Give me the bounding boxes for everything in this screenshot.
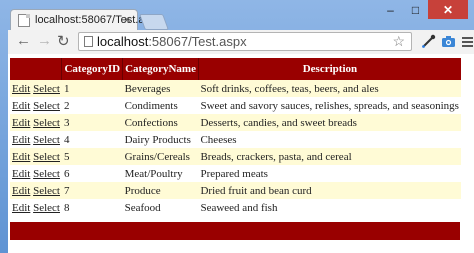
table-row: Edit Select 8 Seafood Seaweed and fish xyxy=(10,199,461,216)
close-window-button[interactable]: ✕ xyxy=(428,0,468,19)
bookmark-star-icon[interactable]: ☆ xyxy=(392,33,405,50)
edit-link[interactable]: Edit xyxy=(12,117,30,129)
command-cell: Edit Select xyxy=(10,165,62,182)
table-row: Edit Select 5 Grains/Cereals Breads, cracke… xyxy=(10,148,461,165)
description-cell: Sweet and savory sauces, relishes, sprea… xyxy=(200,99,459,112)
category-id-cell: 7 xyxy=(63,184,70,197)
header-categoryid: CategoryID xyxy=(61,58,123,80)
tab-close-icon[interactable]: × xyxy=(123,12,131,27)
grid-footer xyxy=(10,222,460,240)
category-name-cell: Grains/Cereals xyxy=(124,150,190,163)
browser-tab[interactable]: localhost:58067/Test.aspx × xyxy=(10,9,162,31)
back-arrow-icon[interactable]: ← xyxy=(16,32,31,49)
eyedropper-icon[interactable] xyxy=(421,34,436,49)
window-controls: – □ ✕ xyxy=(378,0,468,20)
category-name-cell: Condiments xyxy=(124,99,178,112)
description-cell: Cheeses xyxy=(200,133,237,146)
edit-link[interactable]: Edit xyxy=(12,83,30,95)
select-link[interactable]: Select xyxy=(33,202,60,214)
edit-link[interactable]: Edit xyxy=(12,168,30,180)
select-link[interactable]: Select xyxy=(33,100,60,112)
command-cell: Edit Select xyxy=(10,182,62,199)
browser-toolbar: ← → ↻ localhost:58067/Test.aspx ☆ xyxy=(8,30,474,54)
category-id-cell: 4 xyxy=(63,133,70,146)
command-cell: Edit Select xyxy=(10,97,62,114)
category-id-cell: 6 xyxy=(63,167,70,180)
edit-link[interactable]: Edit xyxy=(12,185,30,197)
description-cell: Desserts, candies, and sweet breads xyxy=(200,116,357,129)
page-icon xyxy=(84,36,93,47)
edit-link[interactable]: Edit xyxy=(12,100,30,112)
select-link[interactable]: Select xyxy=(33,168,60,180)
category-id-cell: 5 xyxy=(63,150,70,163)
edit-link[interactable]: Edit xyxy=(12,134,30,146)
reload-icon[interactable]: ↻ xyxy=(57,32,70,50)
command-cell: Edit Select xyxy=(10,131,62,148)
minimize-button[interactable]: – xyxy=(378,0,403,19)
new-tab-button[interactable] xyxy=(139,14,169,30)
table-row: Edit Select 7 Produce Dried fruit and bean … xyxy=(10,182,461,199)
select-link[interactable]: Select xyxy=(33,117,60,129)
table-row: Edit Select 6 Meat/Poultry Prepared meats xyxy=(10,165,461,182)
category-id-cell: 1 xyxy=(63,82,70,95)
category-name-cell: Confections xyxy=(124,116,178,129)
category-id-cell: 3 xyxy=(63,116,70,129)
description-cell: Breads, crackers, pasta, and cereal xyxy=(200,150,352,163)
description-cell: Dried fruit and bean curd xyxy=(200,184,312,197)
menu-icon[interactable] xyxy=(460,34,474,49)
category-name-cell: Seafood xyxy=(124,201,161,214)
category-name-cell: Beverages xyxy=(124,82,171,95)
table-row: Edit Select 4 Dairy Products Cheeses xyxy=(10,131,461,148)
description-cell: Prepared meats xyxy=(200,167,268,180)
table-row: Edit Select 1 Beverages Soft drinks, coffee… xyxy=(10,80,461,97)
command-cell: Edit Select xyxy=(10,148,62,165)
category-name-cell: Meat/Poultry xyxy=(124,167,183,180)
header-description: Description xyxy=(197,58,461,80)
browser-window: localhost:58067/Test.aspx × – □ ✕ ← → ↻ … xyxy=(0,0,474,253)
url-text: localhost:58067/Test.aspx xyxy=(97,34,247,49)
grid-header-row: CategoryID CategoryName Description xyxy=(10,58,461,80)
page-favicon-icon xyxy=(18,14,30,27)
select-link[interactable]: Select xyxy=(33,83,60,95)
category-name-cell: Dairy Products xyxy=(124,133,191,146)
command-cell: Edit Select xyxy=(10,114,62,131)
description-cell: Seaweed and fish xyxy=(200,201,278,214)
table-row: Edit Select 3 Confections Desserts, candies… xyxy=(10,114,461,131)
select-link[interactable]: Select xyxy=(33,134,60,146)
forward-arrow-icon[interactable]: → xyxy=(37,32,52,49)
header-categoryname: CategoryName xyxy=(122,58,199,80)
edit-link[interactable]: Edit xyxy=(12,151,30,163)
table-row: Edit Select 2 Condiments Sweet and savory s… xyxy=(10,97,461,114)
categories-gridview: CategoryID CategoryName Description Edit… xyxy=(10,58,461,216)
address-bar[interactable]: localhost:58067/Test.aspx ☆ xyxy=(78,32,412,51)
select-link[interactable]: Select xyxy=(33,185,60,197)
page-content: CategoryID CategoryName Description Edit… xyxy=(8,54,474,253)
edit-link[interactable]: Edit xyxy=(12,202,30,214)
maximize-button[interactable]: □ xyxy=(403,0,428,19)
description-cell: Soft drinks, coffees, teas, beers, and a… xyxy=(200,82,379,95)
command-cell: Edit Select xyxy=(10,80,62,97)
command-cell: Edit Select xyxy=(10,199,62,216)
category-id-cell: 8 xyxy=(63,201,70,214)
command-column-header xyxy=(10,58,62,80)
tab-strip: localhost:58067/Test.aspx × – □ ✕ xyxy=(0,0,474,31)
camera-icon[interactable] xyxy=(441,34,456,49)
category-name-cell: Produce xyxy=(124,184,161,197)
select-link[interactable]: Select xyxy=(33,151,60,163)
category-id-cell: 2 xyxy=(63,99,70,112)
